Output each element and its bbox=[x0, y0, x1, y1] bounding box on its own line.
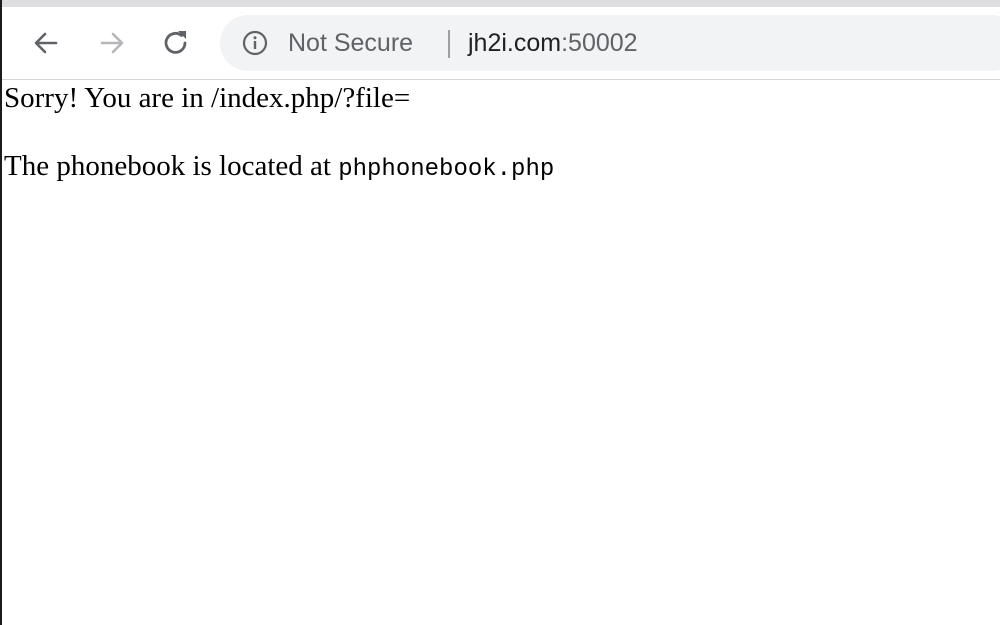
back-arrow-icon bbox=[34, 32, 58, 54]
error-message: Sorry! You are in /index.php/?file= bbox=[4, 82, 411, 114]
forward-arrow-icon bbox=[100, 32, 124, 54]
info-icon[interactable] bbox=[242, 30, 268, 56]
url-port: :50002 bbox=[561, 29, 638, 57]
url-text[interactable]: jh2i.com:50002 bbox=[468, 15, 638, 71]
forward-button[interactable] bbox=[94, 25, 130, 61]
security-label[interactable]: Not Secure bbox=[288, 15, 413, 71]
address-separator bbox=[448, 30, 450, 58]
browser-window: Not Secure jh2i.com:50002 Sorry! You are… bbox=[0, 0, 1000, 625]
reload-icon bbox=[164, 31, 187, 54]
phonebook-filename: phphonebook.php bbox=[338, 156, 555, 183]
phonebook-text: The phonebook is located at bbox=[4, 150, 339, 182]
back-button[interactable] bbox=[28, 25, 64, 61]
address-bar[interactable]: Not Secure jh2i.com:50002 bbox=[220, 15, 1000, 71]
url-host: jh2i.com bbox=[468, 29, 562, 57]
browser-toolbar: Not Secure jh2i.com:50002 bbox=[2, 7, 1000, 80]
reload-button[interactable] bbox=[158, 25, 194, 61]
tab-strip bbox=[2, 0, 1000, 7]
phonebook-message: The phonebook is located at phphonebook.… bbox=[4, 150, 554, 183]
